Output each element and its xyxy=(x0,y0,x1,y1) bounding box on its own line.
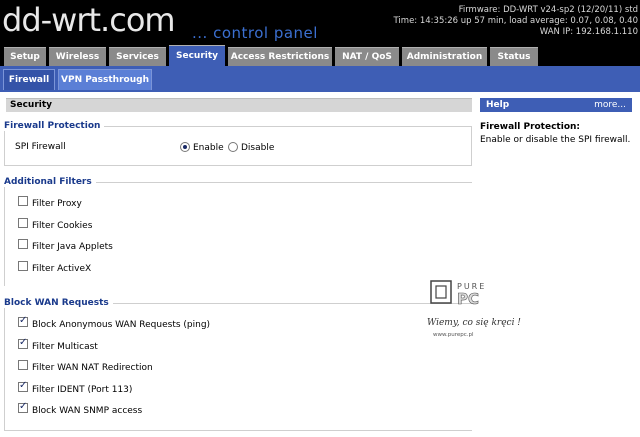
tab-security[interactable]: Security xyxy=(169,45,225,66)
block-snmp-checkbox[interactable] xyxy=(18,401,28,413)
tab-wireless[interactable]: Wireless xyxy=(49,47,106,66)
tab-services[interactable]: Services xyxy=(109,47,166,66)
help-title: Help xyxy=(486,100,510,110)
wan-legend: Block WAN Requests xyxy=(4,298,113,308)
tab-status[interactable]: Status xyxy=(490,47,538,66)
filter-java-checkbox[interactable] xyxy=(18,239,28,249)
watermark-site: www.purepc.pl xyxy=(433,332,474,338)
filter-nat-redirection-checkbox[interactable] xyxy=(18,360,28,370)
wan-ip: WAN IP: 192.168.1.110 xyxy=(539,27,638,37)
header: dd-wrt.com ... control panel Firmware: D… xyxy=(0,0,640,44)
filters-legend: Additional Filters xyxy=(4,177,96,187)
tab-setup[interactable]: Setup xyxy=(4,47,46,66)
filter-cookies-checkbox[interactable] xyxy=(18,218,28,228)
spi-enable-radio[interactable] xyxy=(180,142,190,152)
filter-cookies-label: Filter Cookies xyxy=(32,221,93,231)
filter-proxy-label: Filter Proxy xyxy=(32,199,82,209)
control-panel-title: ... control panel xyxy=(192,24,318,42)
spi-enable-label[interactable]: Enable xyxy=(193,143,224,153)
filter-ident-checkbox[interactable] xyxy=(18,380,28,392)
help-text: Enable or disable the SPI firewall. xyxy=(480,135,631,145)
ddwrt-logo[interactable]: dd-wrt.com xyxy=(2,2,176,38)
purepc-watermark: PURE PC Wiemy, co się kręci ! www.purepc… xyxy=(425,278,537,340)
firewall-fieldset xyxy=(4,126,472,166)
spi-disable-label[interactable]: Disable xyxy=(241,143,274,153)
help-heading: Firewall Protection: xyxy=(480,122,581,132)
filter-nat-redirection-label: Filter WAN NAT Redirection xyxy=(32,363,153,373)
filter-activex-label: Filter ActiveX xyxy=(32,264,92,274)
tab-administration[interactable]: Administration xyxy=(402,47,487,66)
firmware-version: Firmware: DD-WRT v24-sp2 (12/20/11) std xyxy=(458,5,638,15)
spi-disable-radio[interactable] xyxy=(228,142,238,152)
purepc-logo-icon: PURE PC Wiemy, co się kręci ! www.purepc… xyxy=(427,280,521,338)
watermark-brand-bottom: PC xyxy=(457,290,479,308)
help-header: Help more... xyxy=(480,98,632,112)
main-tabs: Setup Wireless Services Security Access … xyxy=(0,44,640,66)
filter-multicast-label: Filter Multicast xyxy=(32,342,98,352)
block-ping-label: Block Anonymous WAN Requests (ping) xyxy=(32,320,211,330)
sub-tabs: Firewall VPN Passthrough xyxy=(0,66,640,92)
filter-activex-checkbox[interactable] xyxy=(18,261,28,271)
filter-multicast-checkbox[interactable] xyxy=(18,337,28,349)
firewall-legend: Firewall Protection xyxy=(4,121,105,131)
tab-nat-qos[interactable]: NAT / QoS xyxy=(335,47,399,66)
block-snmp-label: Block WAN SNMP access xyxy=(32,406,143,416)
filter-java-label: Filter Java Applets xyxy=(32,242,113,252)
subtab-vpn-passthrough[interactable]: VPN Passthrough xyxy=(58,69,152,90)
spi-firewall-label: SPI Firewall xyxy=(15,142,66,152)
help-more-link[interactable]: more... xyxy=(594,98,626,112)
watermark-slogan: Wiemy, co się kręci ! xyxy=(427,318,521,328)
filter-ident-label: Filter IDENT (Port 113) xyxy=(32,385,133,395)
section-title: Security xyxy=(6,98,472,112)
filter-proxy-checkbox[interactable] xyxy=(18,196,28,206)
uptime: Time: 14:35:26 up 57 min, load average: … xyxy=(393,16,639,26)
router-info: Firmware: DD-WRT v24-sp2 (12/20/11) std … xyxy=(394,5,639,38)
tab-access-restrictions[interactable]: Access Restrictions xyxy=(228,47,332,66)
block-ping-checkbox[interactable] xyxy=(18,315,28,327)
subtab-firewall[interactable]: Firewall xyxy=(3,69,55,90)
